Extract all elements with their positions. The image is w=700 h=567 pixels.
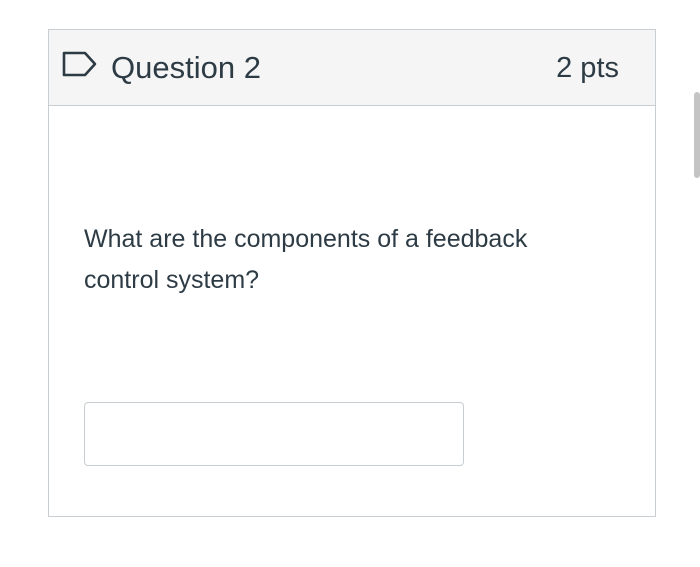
quiz-page: Question 2 2 pts What are the components… bbox=[0, 0, 700, 567]
question-card: Question 2 2 pts What are the components… bbox=[48, 29, 656, 517]
question-header: Question 2 2 pts bbox=[49, 30, 655, 106]
flag-question-icon[interactable] bbox=[62, 51, 98, 77]
answer-input[interactable] bbox=[84, 402, 464, 466]
question-prompt: What are the components of a feedback co… bbox=[84, 225, 528, 294]
question-points: 2 pts bbox=[556, 52, 619, 84]
scrollbar-thumb[interactable] bbox=[694, 92, 700, 178]
question-title: Question 2 bbox=[111, 50, 261, 85]
